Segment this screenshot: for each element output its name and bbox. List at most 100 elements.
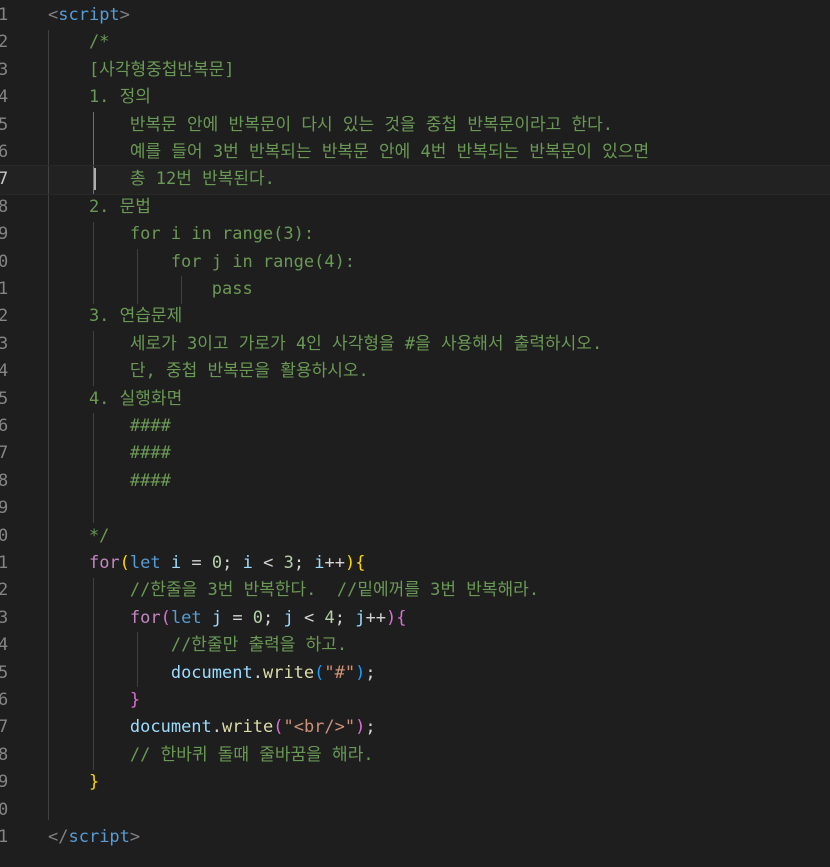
code-token: [사각형중첩반복문]	[48, 59, 235, 80]
code-token: ;	[263, 607, 284, 628]
code-line[interactable]: 1 for(let i = 0; i < 3; i++){	[0, 550, 830, 577]
code-line[interactable]: 0 for j in range(4):	[0, 249, 830, 276]
line-number: 9	[0, 772, 9, 793]
code-line[interactable]: 8 // 한바퀴 돌때 줄바꿈을 해라.	[0, 742, 830, 769]
code-token: (	[273, 717, 284, 738]
code-line[interactable]: 1 <script>	[0, 2, 830, 29]
code-token: ####	[48, 416, 171, 436]
line-number: 6	[0, 416, 9, 436]
code-line[interactable]: 7 총 12번 반복된다.	[0, 165, 830, 195]
code-line[interactable]: 4 1. 정의	[0, 84, 830, 111]
code-line[interactable]: 4 //한줄만 출력을 하고.	[0, 632, 830, 659]
code-text: 1. 정의	[48, 84, 151, 111]
code-text: }	[48, 769, 99, 796]
code-text: for i in range(3):	[48, 221, 314, 248]
code-token: write	[222, 717, 274, 738]
code-editor[interactable]: 1 <script> 2 /* 3 [사각형중첩반복문] 4 1. 정의 5 반복문 안에…	[0, 0, 830, 867]
line-number: 6	[0, 690, 9, 710]
code-line[interactable]: 2 //한줄을 3번 반복한다. //밑에꺼를 3번 반복해라.	[0, 577, 830, 604]
code-text: for(let i = 0; i < 3; i++){	[48, 550, 366, 577]
code-token: write	[262, 662, 315, 683]
code-text: //한줄만 출력을 하고.	[48, 632, 347, 659]
code-text: <script>	[48, 2, 130, 29]
code-line[interactable]: 8 ####	[0, 468, 830, 495]
line-number: 5	[0, 388, 9, 409]
code-line[interactable]: 9 for i in range(3):	[0, 221, 830, 248]
code-text: /*	[48, 29, 109, 56]
code-text: 단, 중첩 반복문을 활용하시오.	[48, 358, 369, 385]
code-token: i	[242, 553, 253, 573]
code-line[interactable]: 9	[0, 495, 830, 522]
code-token: document	[170, 662, 253, 683]
line-number: 4	[0, 635, 9, 656]
line-number: 9	[0, 224, 9, 245]
code-line[interactable]: 5 반복문 안에 반복문이 다시 있는 것을 중첩 반복문이라고 한다.	[0, 112, 830, 139]
code-line[interactable]: 3 세로가 3이고 가로가 4인 사각형을 #을 사용해서 출력하시오.	[0, 331, 830, 358]
line-number: 1	[0, 5, 9, 25]
code-line[interactable]: 5 document.write("#");	[0, 660, 830, 687]
code-token: {	[396, 607, 407, 628]
code-line[interactable]: 5 4. 실행화면	[0, 386, 830, 413]
code-line[interactable]: 6 }	[0, 687, 830, 714]
code-token: script	[68, 827, 130, 847]
code-token: 1. 정의	[48, 87, 151, 108]
code-token: </	[48, 827, 69, 847]
code-token: /*	[48, 32, 110, 53]
code-token: }	[129, 690, 141, 710]
code-token: <	[252, 553, 284, 573]
code-line[interactable]: 2 /*	[0, 29, 830, 56]
code-text: // 한바퀴 돌때 줄바꿈을 해라.	[48, 742, 374, 769]
line-number: 9	[0, 498, 9, 519]
code-line[interactable]: 0 */	[0, 523, 830, 550]
code-line[interactable]: 3 [사각형중첩반복문]	[0, 57, 830, 84]
code-token: j	[211, 607, 223, 628]
code-line[interactable]: 6 예를 들어 3번 반복되는 반복문 안에 4번 반복되는 반복문이 있으면	[0, 139, 830, 166]
code-line[interactable]: 9 }	[0, 769, 830, 796]
code-token: pass	[48, 279, 253, 299]
code-line[interactable]: 8 2. 문법	[0, 194, 830, 221]
code-text: </script>	[48, 824, 140, 851]
code-token: for	[88, 553, 120, 573]
code-line[interactable]: 7 ####	[0, 440, 830, 467]
code-token: */	[48, 525, 110, 546]
code-token: j	[283, 607, 294, 628]
code-line[interactable]: 7 document.write("<br/>");	[0, 714, 830, 741]
code-token: //한줄만 출력을 하고.	[170, 635, 348, 656]
line-number: 1	[0, 279, 9, 299]
code-token: ;	[365, 662, 376, 683]
code-text: 세로가 3이고 가로가 4인 사각형을 #을 사용해서 출력하시오.	[48, 331, 602, 358]
code-token: {	[355, 553, 366, 573]
code-token: )	[355, 717, 366, 738]
line-number: 2	[0, 32, 9, 53]
code-token: =	[222, 607, 253, 628]
code-line[interactable]: 3 for(let j = 0; j < 4; j++){	[0, 605, 830, 632]
code-token: let	[129, 553, 161, 573]
code-token: 0	[211, 553, 223, 573]
line-number: 0	[0, 799, 9, 820]
code-text: */	[48, 523, 109, 550]
code-token: //한줄을 3번 반복한다. //밑에꺼를 3번 반복해라.	[129, 580, 540, 601]
code-line[interactable]: 6 ####	[0, 413, 830, 440]
code-text: ####	[48, 413, 171, 440]
code-token: =	[181, 553, 212, 573]
code-token: )	[385, 607, 397, 628]
code-line[interactable]: 1 </script>	[0, 824, 830, 851]
code-token: "<br/>"	[283, 717, 356, 738]
code-token: for i in range(3):	[48, 224, 315, 245]
code-text: for(let j = 0; j < 4; j++){	[48, 605, 407, 632]
code-line[interactable]: 4 단, 중첩 반복문을 활용하시오.	[0, 358, 830, 385]
code-line[interactable]: 0	[0, 797, 830, 824]
code-token: (	[160, 607, 171, 628]
code-text: //한줄을 3번 반복한다. //밑에꺼를 3번 반복해라.	[48, 577, 539, 604]
code-token: ++	[324, 553, 346, 573]
code-token: 예를 들어 3번 반복되는 반복문 안에 4번 반복되는 반복문이 있으면	[48, 142, 650, 162]
code-line[interactable]: 1 pass	[0, 276, 830, 303]
code-line[interactable]: 2 3. 연습문제	[0, 303, 830, 330]
code-token: ;	[334, 607, 356, 628]
code-token: 4. 실행화면	[48, 388, 183, 409]
